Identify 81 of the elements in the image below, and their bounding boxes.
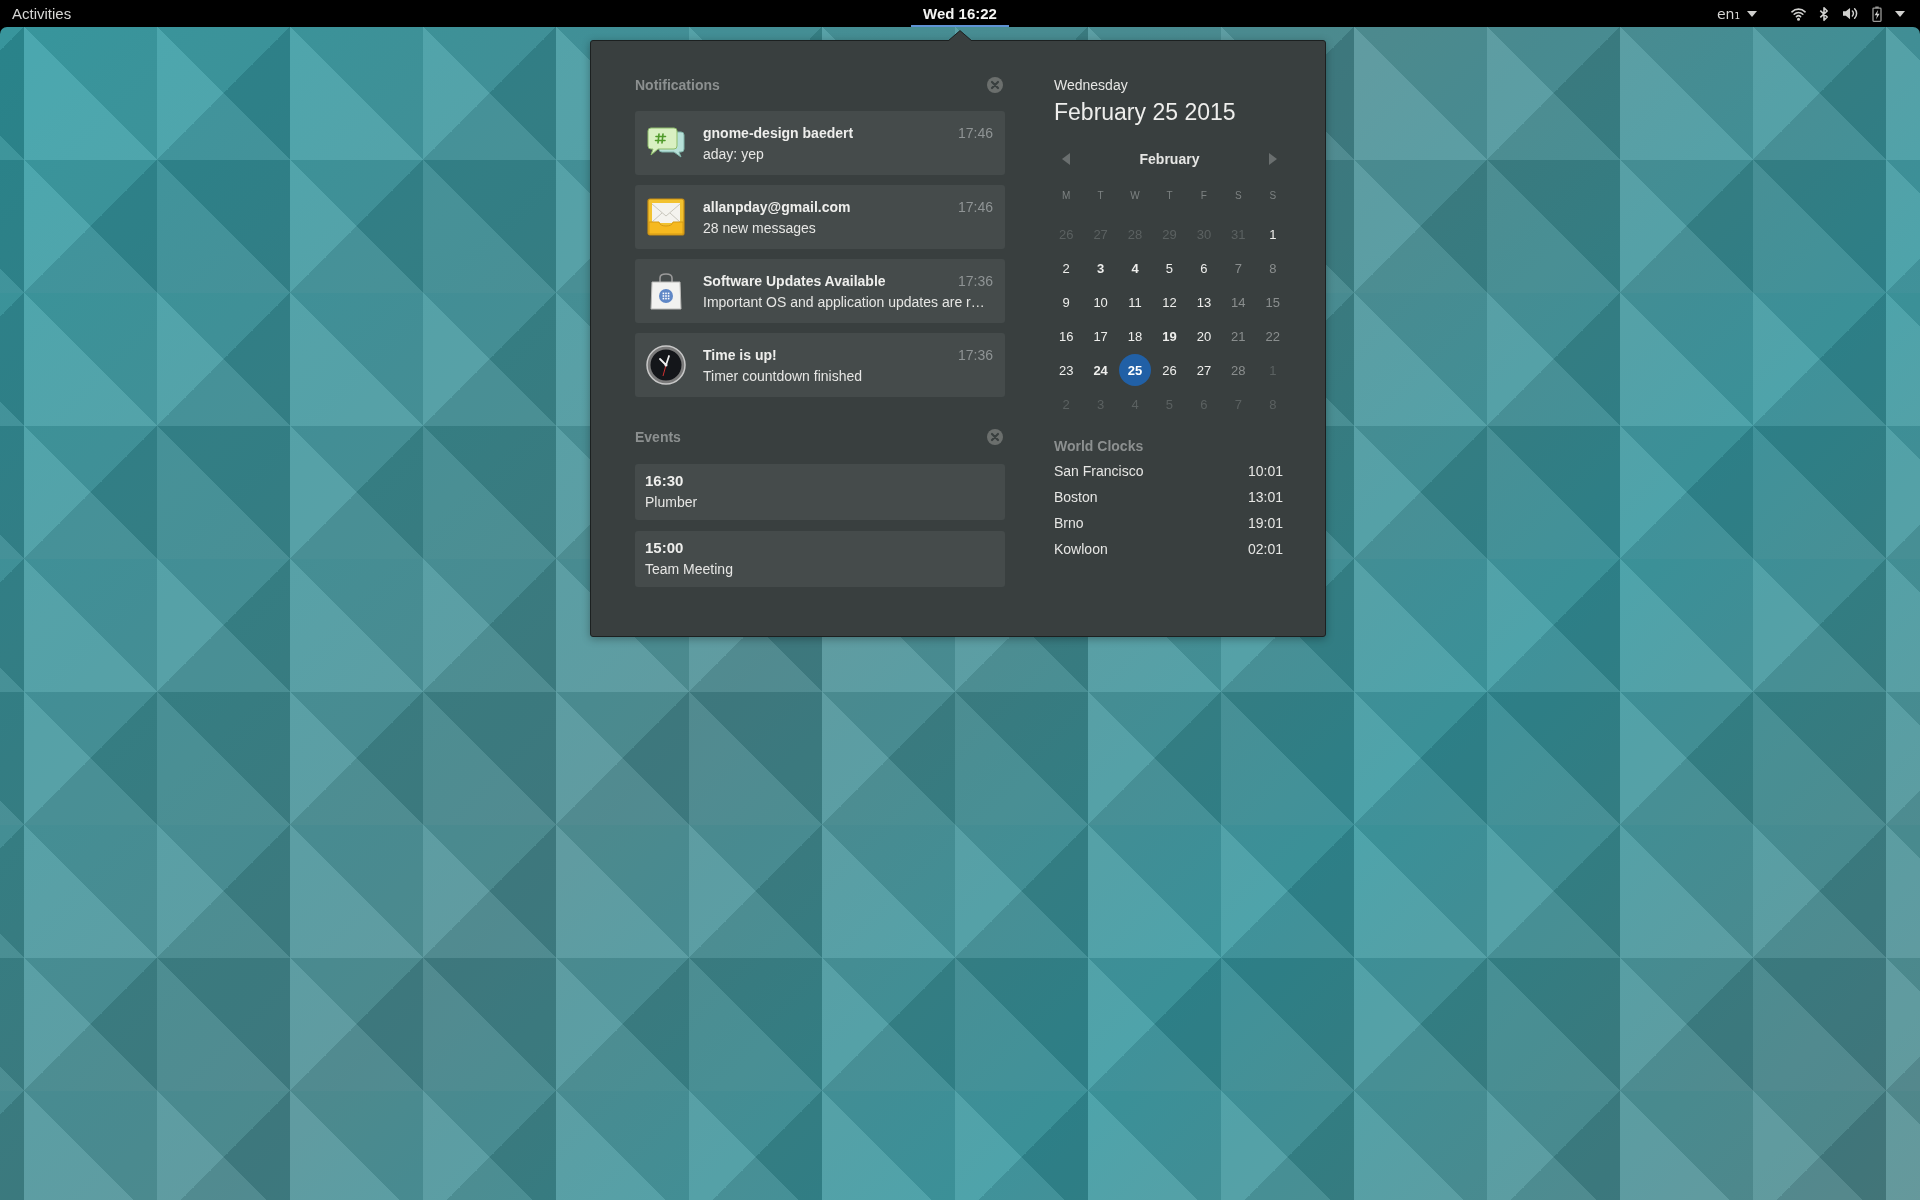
- calendar-day[interactable]: 4: [1119, 252, 1152, 284]
- calendar-day[interactable]: 12: [1153, 286, 1186, 318]
- notification-card[interactable]: Software Updates Available 17:36 Important OS and application updates are r…: [635, 259, 1005, 323]
- right-triangle-icon: [1269, 153, 1277, 165]
- notification-body: 28 new messages: [703, 218, 817, 237]
- event-card[interactable]: 16:30 Plumber: [635, 464, 1005, 520]
- calendar-day[interactable]: 13: [1187, 286, 1220, 318]
- calendar-day[interactable]: 17: [1084, 320, 1117, 352]
- activities-button[interactable]: Activities: [0, 0, 84, 27]
- event-title: Team Meeting: [645, 560, 733, 578]
- keyboard-layout-button[interactable]: en₁: [1706, 0, 1767, 27]
- notification-card[interactable]: allanpday@gmail.com 17:46 28 new messages: [635, 185, 1005, 249]
- notification-body: Timer countdown finished: [703, 366, 863, 385]
- calendar-day[interactable]: 3: [1084, 252, 1117, 284]
- calendar-day[interactable]: 11: [1119, 286, 1152, 318]
- weekday-header: T: [1097, 189, 1104, 201]
- city-time: 02:01: [1247, 541, 1283, 557]
- weekday-label: Wednesday: [1053, 77, 1128, 93]
- event-card[interactable]: 15:00 Team Meeting: [635, 531, 1005, 587]
- weekday-header: M: [1062, 189, 1071, 201]
- bluetooth-icon: [1819, 5, 1829, 22]
- calendar-day[interactable]: 23: [1050, 354, 1083, 386]
- city-time: 19:01: [1247, 515, 1283, 531]
- calendar-day[interactable]: 10: [1084, 286, 1117, 318]
- city-name: Kowloon: [1054, 541, 1108, 557]
- left-triangle-icon: [1062, 153, 1070, 165]
- event-time: 15:00: [645, 539, 684, 557]
- city-name: Boston: [1054, 489, 1098, 505]
- month-label: February: [1139, 151, 1200, 167]
- clear-button[interactable]: [987, 77, 1003, 93]
- notification-body: Important OS and application updates are r…: [703, 292, 986, 311]
- section-title: Notifications: [635, 77, 720, 93]
- notification-time: 17:36: [957, 271, 993, 290]
- calendar-day[interactable]: 9: [1050, 286, 1083, 318]
- city-time: 10:01: [1247, 463, 1283, 479]
- weekday-header: S: [1235, 189, 1242, 201]
- caret-icon: [1747, 10, 1757, 17]
- notification-card[interactable]: Time is up! 17:36 Timer countdown finished: [635, 333, 1005, 397]
- calendar-day[interactable]: 19: [1153, 320, 1186, 352]
- weekday-header: W: [1130, 189, 1140, 201]
- calendar-day[interactable]: 16: [1050, 320, 1083, 352]
- event-title: Plumber: [645, 493, 698, 511]
- city-name: Brno: [1054, 515, 1084, 531]
- section-title: World Clocks: [1053, 438, 1144, 454]
- clock-icon: [646, 345, 686, 385]
- weekday-header: F: [1200, 189, 1207, 201]
- notification-title: gnome-design baedert: [703, 123, 854, 142]
- notification-time: 17:46: [957, 123, 993, 142]
- notification-title: Time is up!: [703, 345, 777, 364]
- clock-button[interactable]: Wed 16:22: [911, 0, 1009, 27]
- city-name: San Francisco: [1054, 463, 1144, 479]
- notification-card[interactable]: gnome-design baedert 17:46 aday: yep: [635, 111, 1005, 175]
- calendar-day[interactable]: 27: [1187, 354, 1220, 386]
- calendar-day[interactable]: 26: [1153, 354, 1186, 386]
- caret-icon: [1895, 10, 1905, 17]
- volume-icon: [1842, 6, 1859, 21]
- wifi-icon: [1791, 6, 1806, 21]
- calendar-day[interactable]: 1: [1256, 218, 1289, 250]
- notification-time: 17:36: [957, 345, 993, 364]
- section-title: Events: [635, 429, 681, 445]
- calendar-day[interactable]: 5: [1153, 252, 1186, 284]
- calendar-day[interactable]: 24: [1084, 354, 1117, 386]
- mail-tray-icon: [646, 197, 686, 237]
- battery-charging-icon: [1872, 5, 1882, 22]
- calendar-day[interactable]: 25: [1119, 354, 1152, 386]
- close-icon: [987, 429, 1003, 445]
- notification-title: allanpday@gmail.com: [703, 197, 851, 216]
- clear-button[interactable]: [987, 429, 1003, 445]
- date-label: February 25 2015: [1053, 98, 1236, 126]
- city-time: 13:01: [1247, 489, 1283, 505]
- calendar-day[interactable]: 20: [1187, 320, 1220, 352]
- notification-title: Software Updates Available: [703, 271, 886, 290]
- weekday-header: S: [1269, 189, 1277, 201]
- calendar-day[interactable]: 2: [1050, 252, 1083, 284]
- notification-time: 17:46: [957, 197, 993, 216]
- notification-body: aday: yep: [703, 144, 765, 163]
- close-icon: [987, 77, 1003, 93]
- event-time: 16:30: [645, 472, 684, 490]
- weekday-header: T: [1166, 189, 1173, 201]
- calendar-day[interactable]: 18: [1119, 320, 1152, 352]
- calendar-day[interactable]: 6: [1187, 252, 1220, 284]
